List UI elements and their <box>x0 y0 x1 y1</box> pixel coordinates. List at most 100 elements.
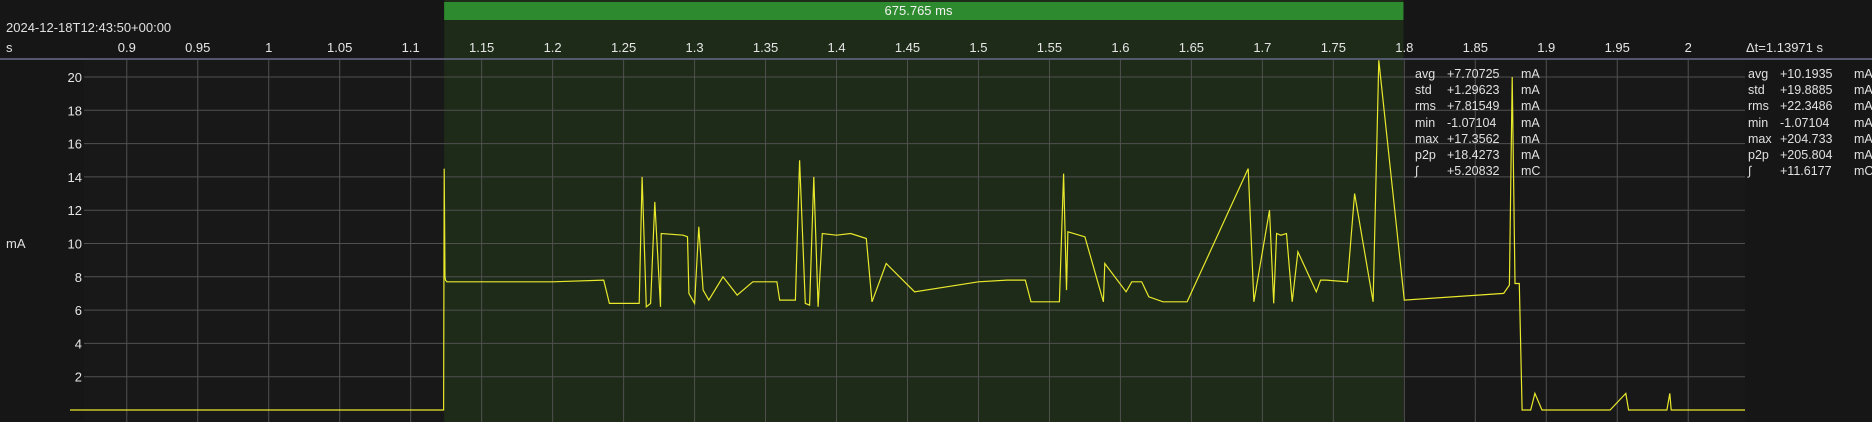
stat-value: +5.20832 <box>1447 164 1500 179</box>
x-tick-label: 1.35 <box>753 40 778 55</box>
stat-key: max <box>1415 131 1439 146</box>
stat-unit: mA <box>1854 115 1872 130</box>
x-tick-label: 1 <box>265 40 272 55</box>
y-tick-label: 4 <box>75 336 82 351</box>
scope-chart[interactable]: 0.9 0.95 1 1.05 1.1 1.15 1.2 1.25 1.3 1.35 1.4 1.45… <box>0 0 1872 422</box>
stat-key: std <box>1415 83 1432 98</box>
x-tick-label: 1.55 <box>1037 40 1062 55</box>
x-tick-label: 1.4 <box>827 40 845 55</box>
x-tick-label: 1.9 <box>1537 40 1555 55</box>
stat-unit: mA <box>1521 148 1540 163</box>
y-tick-labels: 2 4 6 8 10 12 14 16 18 20 <box>68 70 82 385</box>
stat-key: min <box>1748 115 1769 130</box>
x-tick-label: 1.15 <box>469 40 494 55</box>
stat-value: -1.07104 <box>1780 115 1830 130</box>
stat-key: p2p <box>1415 148 1436 163</box>
y-tick-label: 16 <box>68 137 82 152</box>
x-tick-label: 1.8 <box>1395 40 1413 55</box>
y-tick-label: 20 <box>68 70 82 85</box>
stat-key: std <box>1748 83 1765 98</box>
stat-key: avg <box>1415 67 1436 81</box>
stat-value: +7.81549 <box>1447 99 1500 114</box>
x-tick-labels: 0.9 0.95 1 1.05 1.1 1.15 1.2 1.25 1.3 1.35 1.4 1.45… <box>118 40 1692 55</box>
x-tick-label: 1.7 <box>1253 40 1271 55</box>
stat-row: std +19.8885 mA <box>1748 82 1872 98</box>
stat-row: ∫ +5.20832 mC <box>1415 163 1545 179</box>
stat-key: min <box>1415 115 1436 130</box>
x-tick-label: 1.05 <box>327 40 352 55</box>
y-tick-label: 14 <box>68 170 82 185</box>
stat-key: p2p <box>1748 148 1769 163</box>
stat-value: +1.29623 <box>1447 83 1500 98</box>
stat-key: avg <box>1748 67 1769 81</box>
stat-row: std +1.29623 mA <box>1415 82 1545 98</box>
y-tick-label: 10 <box>68 237 82 252</box>
stat-key: max <box>1748 131 1772 146</box>
stat-unit: mA <box>1521 83 1540 98</box>
y-tick-label: 12 <box>68 203 82 218</box>
stat-unit: mA <box>1854 99 1872 114</box>
x-tick-label: 1.3 <box>686 40 704 55</box>
stat-unit: mA <box>1854 67 1872 81</box>
stat-value: +18.4273 <box>1447 148 1500 163</box>
stat-row: max +17.3562 mA <box>1415 131 1545 147</box>
selection-duration-label[interactable]: 675.765 ms <box>427 2 1410 20</box>
total-duration-label: Δt=1.13971 s <box>1746 40 1823 55</box>
stat-value: +204.733 <box>1780 131 1833 146</box>
x-tick-label: 1.75 <box>1321 40 1346 55</box>
stat-row: avg +7.70725 mA <box>1415 66 1545 82</box>
x-tick-label: 0.95 <box>185 40 210 55</box>
total-stats-panel: avg +10.1935 mA std +19.8885 mA rms +22.3486 mA m… <box>1748 66 1872 179</box>
stat-row: p2p +205.804 mA <box>1748 147 1872 163</box>
x-tick-label: 2 <box>1685 40 1692 55</box>
timestamp-label: 2024-12-18T12:43:50+00:00 <box>6 20 172 35</box>
x-tick-label: 1.85 <box>1463 40 1488 55</box>
stat-row: min -1.07104 mA <box>1748 115 1872 131</box>
stat-unit: mA <box>1854 83 1872 98</box>
y-tick-label: 18 <box>68 103 82 118</box>
stat-unit: mA <box>1521 131 1540 146</box>
stat-unit: mC <box>1521 164 1541 179</box>
stat-row: rms +22.3486 mA <box>1748 98 1872 114</box>
x-unit-label: s <box>6 40 13 55</box>
stat-row: rms +7.81549 mA <box>1415 98 1545 114</box>
stat-row: p2p +18.4273 mA <box>1415 147 1545 163</box>
x-tick-label: 1.1 <box>402 40 420 55</box>
x-tick-label: 1.45 <box>895 40 920 55</box>
stat-unit: mC <box>1854 164 1872 179</box>
stat-unit: mA <box>1521 67 1540 81</box>
stat-unit: mA <box>1521 115 1540 130</box>
stat-row: min -1.07104 mA <box>1415 115 1545 131</box>
stat-value: +19.8885 <box>1780 83 1833 98</box>
x-tick-label: 1.2 <box>544 40 562 55</box>
selection-stats-panel: avg +7.70725 mA std +1.29623 mA rms +7.81549 mA m… <box>1415 66 1545 179</box>
stat-unit: mA <box>1854 131 1872 146</box>
x-tick-label: 1.95 <box>1605 40 1630 55</box>
stat-key: rms <box>1748 99 1769 114</box>
selection-region[interactable] <box>444 0 1404 422</box>
y-tick-label: 6 <box>75 303 82 318</box>
x-tick-label: 1.25 <box>611 40 636 55</box>
x-tick-label: 1.6 <box>1111 40 1129 55</box>
stat-key: ∫ <box>1748 164 1752 179</box>
x-tick-label: 1.5 <box>969 40 987 55</box>
stat-row: avg +10.1935 mA <box>1748 66 1872 82</box>
stat-value: +17.3562 <box>1447 131 1500 146</box>
y-unit-label: mA <box>6 236 26 251</box>
stat-value: +10.1935 <box>1780 67 1833 81</box>
stat-unit: mA <box>1521 99 1540 114</box>
stat-value: +11.6177 <box>1780 164 1832 179</box>
x-tick-label: 0.9 <box>118 40 136 55</box>
y-tick-label: 8 <box>75 270 82 285</box>
stat-value: +7.70725 <box>1447 67 1500 81</box>
stat-value: -1.07104 <box>1447 115 1497 130</box>
stat-key: rms <box>1415 99 1436 114</box>
stat-unit: mA <box>1854 148 1872 163</box>
stat-value: +205.804 <box>1780 148 1833 163</box>
stat-key: ∫ <box>1415 164 1419 179</box>
x-tick-label: 1.65 <box>1179 40 1204 55</box>
stat-row: max +204.733 mA <box>1748 131 1872 147</box>
stat-row: ∫ +11.6177 mC <box>1748 163 1872 179</box>
y-tick-label: 2 <box>75 370 82 385</box>
stat-value: +22.3486 <box>1780 99 1833 114</box>
